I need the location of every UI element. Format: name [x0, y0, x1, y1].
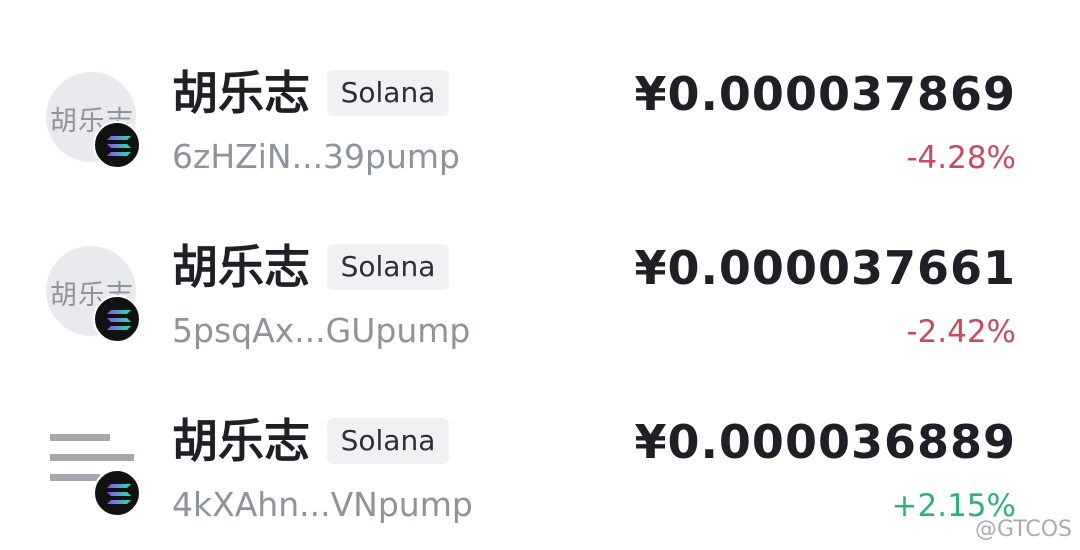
solana-icon	[93, 121, 141, 169]
token-name: 胡乐志	[172, 240, 310, 294]
token-row[interactable]: 胡乐志 胡乐志 Solana 5psqAx...GUpump ¥0.000037…	[0, 174, 1080, 350]
token-price: ¥0.000037661	[634, 241, 1016, 295]
token-row[interactable]: 胡乐志 胡乐志 Solana 6zHZiN...39pump ¥0.000037…	[0, 0, 1080, 176]
chain-badge: Solana	[327, 70, 449, 116]
token-address[interactable]: 4kXAhn...VNpump	[172, 484, 473, 526]
solana-icon	[93, 469, 141, 517]
chain-badge: Solana	[327, 244, 449, 290]
chain-badge: Solana	[327, 418, 449, 464]
token-price: ¥0.000036889	[634, 415, 1016, 469]
price-change: -4.28%	[906, 140, 1016, 176]
token-name: 胡乐志	[172, 414, 310, 468]
token-address[interactable]: 5psqAx...GUpump	[172, 310, 470, 352]
token-name: 胡乐志	[172, 66, 310, 120]
token-price: ¥0.000037869	[634, 67, 1016, 121]
watermark: @GTCOS	[974, 517, 1072, 542]
token-address[interactable]: 6zHZiN...39pump	[172, 136, 460, 178]
price-change: -2.42%	[906, 314, 1016, 350]
solana-icon	[93, 295, 141, 343]
token-row[interactable]: 胡乐志 Solana 4kXAhn...VNpump ¥0.000036889 …	[0, 348, 1080, 524]
